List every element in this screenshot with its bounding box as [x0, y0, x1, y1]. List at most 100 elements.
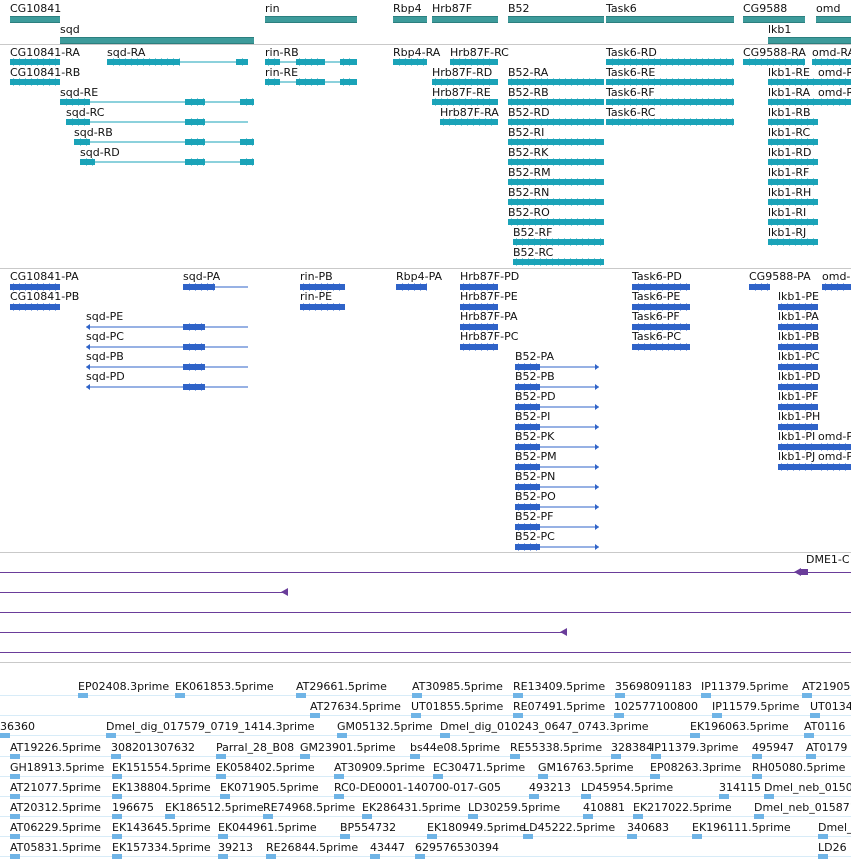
- est-label[interactable]: GM16763.5prime: [538, 761, 634, 774]
- est-feature[interactable]: [334, 774, 344, 779]
- est-label[interactable]: Dmel_: [818, 821, 851, 834]
- est-feature[interactable]: [752, 754, 762, 759]
- est-label[interactable]: AT30985.5prime: [412, 680, 503, 693]
- est-feature[interactable]: [538, 774, 548, 779]
- est-label[interactable]: 39213: [218, 841, 253, 854]
- gene-feature[interactable]: [768, 37, 851, 44]
- est-label[interactable]: Dmel_dig_017579_0719_1414.3prime: [106, 720, 315, 733]
- est-label[interactable]: EK286431.5prime: [362, 801, 461, 814]
- est-feature[interactable]: [614, 713, 624, 718]
- est-label[interactable]: 495947: [752, 741, 794, 754]
- est-feature[interactable]: [611, 754, 621, 759]
- genome-browser-viewport[interactable]: CG10841 sqd rin Rbp4 Hrb87F B52 Task6 CG9588 omd…: [0, 0, 851, 861]
- est-label[interactable]: RE13409.5prime: [513, 680, 605, 693]
- gene-feature[interactable]: [265, 16, 357, 23]
- protein-feature[interactable]: [183, 282, 248, 292]
- est-feature[interactable]: [523, 834, 533, 839]
- variant-marker[interactable]: [560, 628, 574, 638]
- gene-label[interactable]: sqd: [60, 23, 80, 36]
- est-label[interactable]: RH05080.5prime: [752, 761, 845, 774]
- est-feature[interactable]: [690, 733, 700, 738]
- est-label[interactable]: AT20312.5prime: [10, 801, 101, 814]
- est-feature[interactable]: [263, 814, 273, 819]
- est-label[interactable]: Parral_28_B08: [216, 741, 294, 754]
- est-feature[interactable]: [651, 754, 661, 759]
- est-label[interactable]: IP11379.5prime: [701, 680, 788, 693]
- est-label[interactable]: AT29661.5prime: [296, 680, 387, 693]
- variant-label[interactable]: DME1-C: [806, 553, 850, 566]
- transcript-feature[interactable]: [513, 257, 604, 267]
- est-feature[interactable]: [440, 733, 450, 738]
- gene-label[interactable]: rin: [265, 2, 280, 15]
- est-feature[interactable]: [337, 733, 347, 738]
- est-label[interactable]: IP11579.5prime: [712, 700, 799, 713]
- est-feature[interactable]: [218, 834, 228, 839]
- est-label[interactable]: 196675: [112, 801, 154, 814]
- est-label[interactable]: EK151554.5prime: [112, 761, 211, 774]
- est-feature[interactable]: [296, 693, 306, 698]
- protein-feature[interactable]: [300, 302, 345, 312]
- est-feature[interactable]: [410, 754, 420, 759]
- est-label[interactable]: UT01855.5prime: [411, 700, 503, 713]
- gene-feature[interactable]: [606, 16, 734, 23]
- gene-feature[interactable]: [60, 37, 254, 44]
- est-label[interactable]: 340683: [627, 821, 669, 834]
- gene-label[interactable]: Rbp4: [393, 2, 422, 15]
- est-feature[interactable]: [806, 754, 816, 759]
- est-label[interactable]: LD30259.5prime: [468, 801, 560, 814]
- transcript-feature[interactable]: [606, 117, 734, 127]
- est-feature[interactable]: [175, 693, 185, 698]
- est-label[interactable]: GM23901.5prime: [300, 741, 396, 754]
- est-feature[interactable]: [216, 774, 226, 779]
- est-label[interactable]: AT19226.5prime: [10, 741, 101, 754]
- protein-feature[interactable]: [10, 302, 60, 312]
- est-label[interactable]: AT05831.5prime: [10, 841, 101, 854]
- est-feature[interactable]: [10, 774, 20, 779]
- variant-marker[interactable]: [794, 568, 808, 578]
- est-feature[interactable]: [216, 754, 226, 759]
- est-feature[interactable]: [412, 693, 422, 698]
- est-label[interactable]: EK044961.5prime: [218, 821, 317, 834]
- gene-label[interactable]: omd: [816, 2, 840, 15]
- transcript-feature[interactable]: [265, 77, 357, 87]
- transcript-feature[interactable]: [818, 97, 851, 107]
- est-feature[interactable]: [112, 794, 122, 799]
- est-label[interactable]: Dmel_neb_015074: [764, 781, 851, 794]
- variant-line[interactable]: [0, 612, 851, 613]
- est-label[interactable]: Dmel_dig_010243_0647_0743.3prime: [440, 720, 649, 733]
- est-label[interactable]: EK186512.5prime: [165, 801, 264, 814]
- est-label[interactable]: AT21077.5prime: [10, 781, 101, 794]
- transcript-feature[interactable]: [440, 117, 498, 127]
- est-feature[interactable]: [334, 794, 344, 799]
- est-feature[interactable]: [627, 834, 637, 839]
- est-feature[interactable]: [10, 834, 20, 839]
- est-feature[interactable]: [529, 794, 539, 799]
- est-feature[interactable]: [754, 814, 764, 819]
- gene-label[interactable]: CG10841: [10, 2, 61, 15]
- est-feature[interactable]: [712, 713, 722, 718]
- est-label[interactable]: 629576530394: [415, 841, 499, 854]
- gene-feature[interactable]: [432, 16, 498, 23]
- est-feature[interactable]: [362, 814, 372, 819]
- est-label[interactable]: EP08263.3prime: [650, 761, 741, 774]
- est-feature[interactable]: [719, 794, 729, 799]
- est-label[interactable]: EK138804.5prime: [112, 781, 211, 794]
- variant-line[interactable]: [0, 652, 851, 653]
- est-label[interactable]: UT0134: [810, 700, 851, 713]
- variant-line[interactable]: [0, 592, 287, 593]
- transcript-feature[interactable]: [107, 57, 248, 67]
- est-feature[interactable]: [615, 693, 625, 698]
- gene-label[interactable]: Task6: [606, 2, 637, 15]
- protein-feature[interactable]: [749, 282, 770, 292]
- gene-label[interactable]: B52: [508, 2, 530, 15]
- est-feature[interactable]: [415, 854, 425, 859]
- est-feature[interactable]: [633, 814, 643, 819]
- est-label[interactable]: EK157334.5prime: [112, 841, 211, 854]
- variant-line[interactable]: [0, 632, 566, 633]
- est-label[interactable]: AT30909.5prime: [334, 761, 425, 774]
- est-label[interactable]: AT27634.5prime: [310, 700, 401, 713]
- est-feature[interactable]: [300, 754, 310, 759]
- est-label[interactable]: 493213: [529, 781, 571, 794]
- est-feature[interactable]: [692, 834, 702, 839]
- est-label[interactable]: LD45954.5prime: [581, 781, 673, 794]
